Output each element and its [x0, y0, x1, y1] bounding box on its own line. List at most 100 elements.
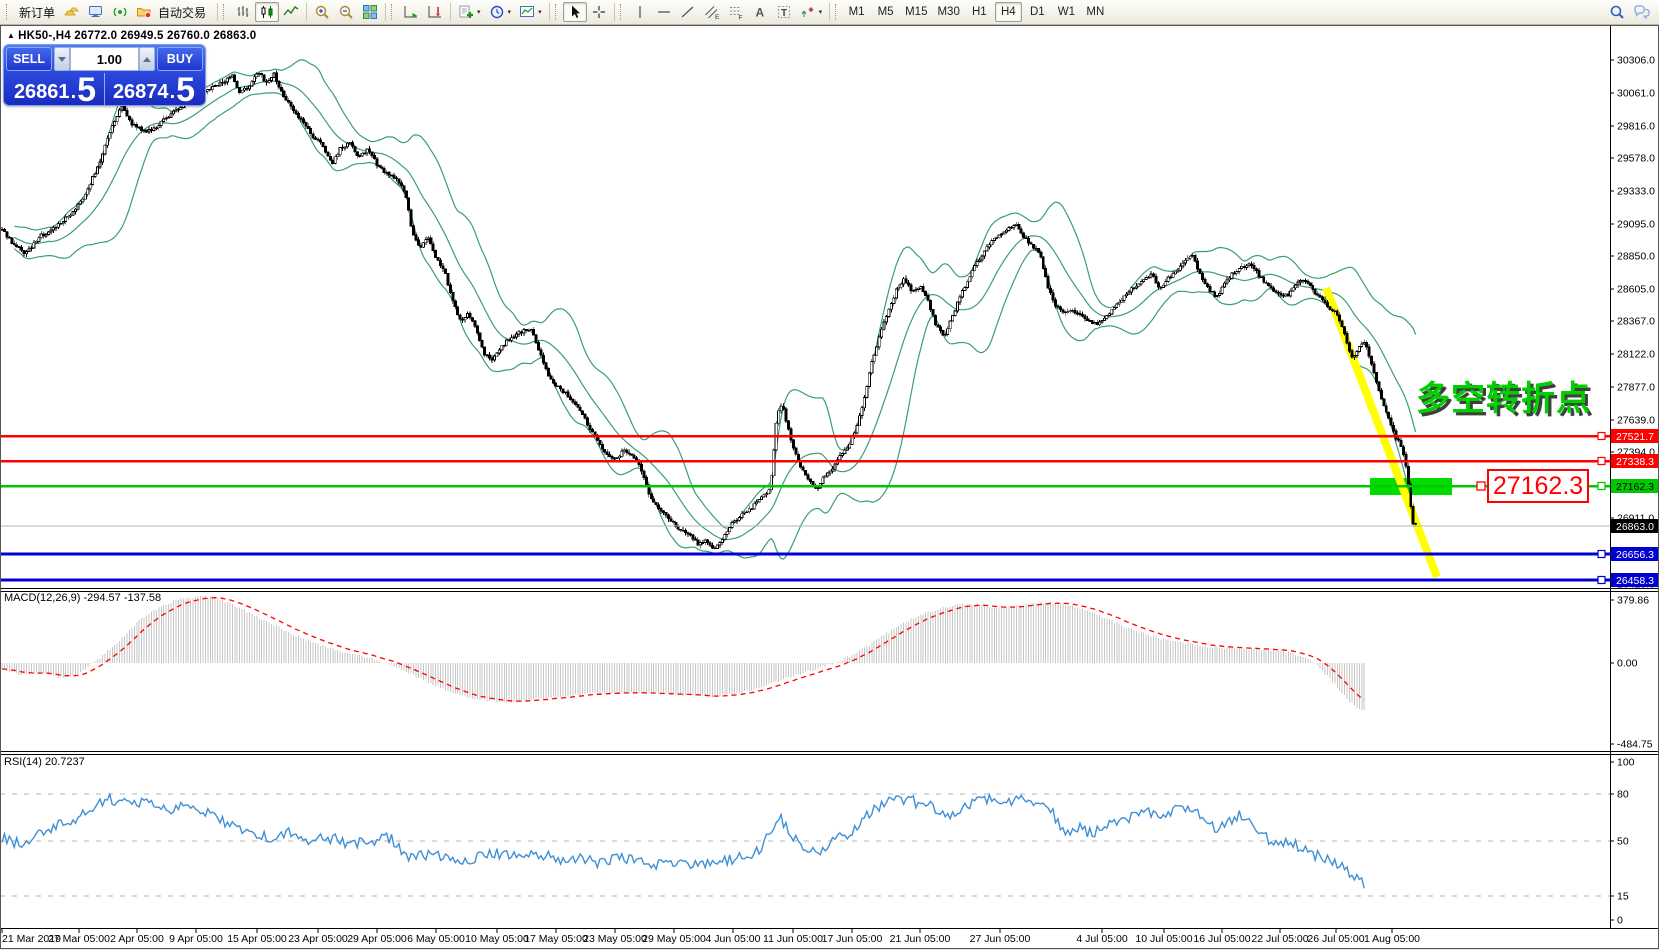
cursor-tool-button[interactable] [563, 2, 587, 22]
triangle-up-icon [143, 57, 151, 62]
candlestick-mode-button[interactable] [255, 2, 279, 22]
date-tick-label: 17 Jun 05:00 [822, 933, 883, 945]
date-tick-label: 29 Apr 05:00 [347, 933, 407, 945]
triangle-down-icon [58, 57, 66, 62]
volume-up-button[interactable] [139, 47, 155, 71]
signal-icon[interactable] [108, 2, 132, 22]
zoom-out-icon[interactable] [334, 2, 358, 22]
price-box-anchor-square[interactable] [1477, 482, 1485, 490]
text-label-tool[interactable]: T [772, 2, 796, 22]
axis-tick-label: 29095.0 [1617, 219, 1655, 231]
chart-title: ▲HK50-,H4 26772.0 26949.5 26760.0 26863.… [7, 30, 256, 42]
timeframe-w1-button[interactable]: W1 [1053, 2, 1080, 22]
date-tick-label: 15 Apr 05:00 [227, 933, 287, 945]
date-tick-label: 16 Jul 05:00 [1193, 933, 1250, 945]
axis-tick-label: 27639.0 [1617, 415, 1655, 427]
level-anchor-square[interactable] [1598, 577, 1605, 584]
timeframe-m15-button[interactable]: M15 [901, 2, 931, 22]
separator [614, 3, 615, 21]
date-tick-label: 29 May 05:00 [642, 933, 706, 945]
svg-text:T: T [781, 8, 787, 19]
timeframe-d1-button[interactable]: D1 [1024, 2, 1051, 22]
new-order-button[interactable]: 新订单 [14, 2, 60, 22]
toolbar-grip[interactable] [555, 4, 559, 20]
level-anchor-square[interactable] [1598, 483, 1605, 490]
horizontal-line-tool[interactable] [652, 2, 676, 22]
volume-value[interactable]: 1.00 [70, 47, 139, 71]
svg-text:26458.3: 26458.3 [1616, 575, 1654, 587]
buy-price-big-digit: 5 [176, 76, 195, 104]
axis-tick-label: 100 [1617, 757, 1635, 769]
axis-tick-label: 27877.0 [1617, 382, 1655, 394]
axis-tick-label: 30061.0 [1617, 88, 1655, 100]
toolbar-grip[interactable] [6, 4, 10, 20]
chat-icon[interactable] [1629, 2, 1655, 22]
macd-indicator-label: MACD(12,26,9) -294.57 -137.58 [4, 592, 161, 604]
level-anchor-square[interactable] [1598, 433, 1605, 440]
buy-price[interactable]: 26874.5 [105, 73, 203, 105]
zoom-in-icon[interactable] [310, 2, 334, 22]
date-tick-label: 10 Jul 05:00 [1135, 933, 1192, 945]
trendline-tool[interactable] [676, 2, 700, 22]
date-tick-label: 27 Jun 05:00 [970, 933, 1031, 945]
search-icon[interactable] [1605, 2, 1629, 22]
crosshair-tool-button[interactable] [587, 2, 611, 22]
fibonacci-tool[interactable]: F [724, 2, 748, 22]
axis-tick-label: 29816.0 [1617, 121, 1655, 133]
axis-tick-label: 28850.0 [1617, 251, 1655, 263]
terminal-icon[interactable] [84, 2, 108, 22]
templates-button[interactable]: ▾ [515, 2, 546, 22]
indicators-button[interactable]: ▾ [454, 2, 485, 22]
chart-canvas[interactable]: 30306.030061.029816.029578.029333.029095… [0, 0, 1659, 950]
timeframe-mn-button[interactable]: MN [1082, 2, 1109, 22]
tile-windows-icon[interactable] [358, 2, 382, 22]
chart-shift-icon[interactable] [423, 2, 447, 22]
text-tool[interactable]: A [748, 2, 772, 22]
gold-icon[interactable] [60, 2, 84, 22]
date-tick-label: 9 Apr 05:00 [169, 933, 223, 945]
timeframe-group: M1M5M15M30H1H4D1W1MN [843, 2, 1109, 22]
price-level-callout[interactable]: 27162.3 [1487, 469, 1589, 503]
toolbar-grip[interactable] [835, 4, 839, 20]
timeframe-m5-button[interactable]: M5 [872, 2, 899, 22]
separator [306, 3, 307, 21]
equidistant-channel-tool[interactable]: E [700, 2, 724, 22]
separator [450, 3, 451, 21]
collapse-arrow-icon[interactable]: ▲ [7, 31, 15, 40]
volume-down-button[interactable] [54, 47, 70, 71]
timeframe-h1-button[interactable]: H1 [966, 2, 993, 22]
bar-chart-mode-button[interactable] [231, 2, 255, 22]
timeframe-m30-button[interactable]: M30 [933, 2, 963, 22]
sell-button[interactable]: SELL [6, 47, 52, 71]
level-anchor-square[interactable] [1598, 458, 1605, 465]
toolbar-grip[interactable] [620, 4, 624, 20]
auto-trading-button[interactable]: 自动交易 [132, 2, 214, 22]
date-tick-label: 21 Jun 05:00 [890, 933, 951, 945]
sell-price-big-digit: 5 [77, 76, 96, 104]
axis-tick-label: 0.00 [1617, 658, 1638, 670]
auto-trading-icon [136, 4, 152, 20]
level-anchor-square[interactable] [1598, 551, 1605, 558]
auto-scroll-icon[interactable] [399, 2, 423, 22]
toolbar-grip[interactable] [223, 4, 227, 20]
vertical-line-tool[interactable] [628, 2, 652, 22]
svg-text:A: A [755, 6, 764, 20]
periods-button[interactable]: ▾ [485, 2, 516, 22]
svg-text:E: E [715, 14, 720, 20]
turning-point-annotation[interactable]: 多空转折点 [1416, 371, 1591, 420]
svg-text:26863.0: 26863.0 [1616, 521, 1654, 533]
line-chart-mode-button[interactable] [279, 2, 303, 22]
separator [829, 3, 830, 21]
sell-price[interactable]: 26861.5 [6, 73, 105, 105]
date-tick-label: 10 May 05:00 [465, 933, 529, 945]
buy-button[interactable]: BUY [157, 47, 203, 71]
date-tick-label: 23 May 05:00 [583, 933, 647, 945]
date-tick-label: 4 Jul 05:00 [1076, 933, 1128, 945]
date-tick-label: 23 Apr 05:00 [288, 933, 348, 945]
timeframe-m1-button[interactable]: M1 [843, 2, 870, 22]
toolbar-grip[interactable] [391, 4, 395, 20]
timeframe-h4-button[interactable]: H4 [995, 2, 1022, 22]
arrows-tool-button[interactable]: ▾ [796, 2, 827, 22]
axis-tick-label: 30306.0 [1617, 55, 1655, 67]
axis-tick-label: 50 [1617, 836, 1629, 848]
